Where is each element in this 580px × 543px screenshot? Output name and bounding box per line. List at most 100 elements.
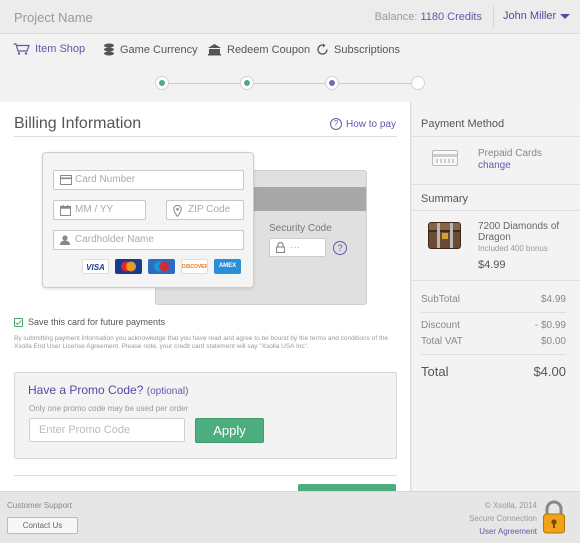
billing-panel: Billing Information ? How to pay Securit… <box>0 102 411 491</box>
item-name: 7200 Diamonds of Dragon <box>478 221 560 243</box>
top-header: Project Name Balance: 1180 Credits John … <box>0 0 580 34</box>
step-dot-core <box>244 80 250 86</box>
promo-code-input[interactable]: Enter Promo Code <box>29 418 185 442</box>
visa-logo: VISA <box>82 259 109 274</box>
subtotal-label: SubTotal <box>421 294 460 305</box>
nav-item-label: Subscriptions <box>334 43 401 56</box>
divider <box>14 475 397 476</box>
step-3 <box>325 76 339 90</box>
maestro-logo <box>148 259 175 274</box>
nav-item-game-currency[interactable]: Game Currency <box>103 43 198 56</box>
prepaid-card-icon <box>432 150 458 166</box>
save-card-checkbox[interactable]: Save this card for future payments <box>14 317 165 327</box>
promo-optional-label: (optional) <box>146 386 189 397</box>
divider <box>412 210 580 211</box>
user-name: John Miller <box>503 10 557 22</box>
payment-method-title: Payment Method <box>421 118 505 130</box>
location-pin-icon <box>173 205 182 217</box>
checkbox-checked-icon <box>14 317 23 327</box>
main-nav: Item Shop Game Currency Redeem Coupon Su… <box>0 34 580 66</box>
subtotal-row: SubTotal $4.99 <box>421 294 566 305</box>
item-price: $4.99 <box>478 259 506 271</box>
nav-item-label: Redeem Coupon <box>227 43 311 56</box>
nav-item-shop[interactable]: Item Shop <box>13 43 85 55</box>
nav-item-subscriptions[interactable]: Subscriptions <box>316 43 400 56</box>
page-title: Billing Information <box>14 115 142 132</box>
header-divider <box>493 6 494 28</box>
card-strip <box>433 154 457 157</box>
discover-logo: DISCOVER <box>181 259 208 274</box>
nav-item-redeem-coupon[interactable]: Redeem Coupon <box>207 43 310 56</box>
maestro-circles <box>154 261 169 272</box>
total-value: $4.00 <box>533 364 566 379</box>
pay-button[interactable] <box>298 484 396 491</box>
progress-stepper <box>0 66 580 102</box>
vat-row: Total VAT $0.00 <box>421 336 566 347</box>
cardholder-name-placeholder: Cardholder Name <box>75 234 154 245</box>
amex-logo: AMEX <box>214 259 241 274</box>
coins-icon <box>104 43 114 56</box>
order-sidebar: Payment Method Prepaid Cards change Summ… <box>412 102 580 491</box>
contact-us-button[interactable]: Contact Us <box>7 517 78 534</box>
copyright: © Xsolla, 2014 <box>484 501 537 510</box>
legal-notice: By submitting payment information you ac… <box>14 335 388 350</box>
lock-icon <box>276 242 285 253</box>
discount-value: - $0.99 <box>534 320 566 331</box>
divider <box>412 136 580 137</box>
card-logos: VISA DISCOVER AMEX <box>82 259 241 274</box>
change-payment-link[interactable]: change <box>478 160 511 171</box>
vat-label: Total VAT <box>421 336 463 347</box>
secure-connection: Secure Connection <box>468 514 537 523</box>
save-card-label: Save this card for future payments <box>28 317 166 327</box>
divider <box>14 136 397 137</box>
step-4 <box>411 76 425 90</box>
how-to-pay-label: How to pay <box>345 118 396 130</box>
balance-label: Balance: <box>374 11 418 23</box>
security-code-placeholder: ··· <box>290 242 300 253</box>
step-dot-core <box>159 80 165 86</box>
total-label: Total <box>421 364 449 379</box>
how-to-pay-link[interactable]: ? How to pay <box>329 118 396 130</box>
security-code-input[interactable]: ··· <box>269 238 326 257</box>
mastercard-circles <box>121 261 136 272</box>
user-agreement-link[interactable]: User Agreement <box>479 527 537 536</box>
balance-value: 1180 Credits <box>420 11 482 23</box>
chest-band <box>437 223 440 248</box>
payment-method-name: Prepaid Cards <box>478 148 542 159</box>
stepper-line <box>168 83 418 84</box>
total-row: Total $4.00 <box>421 364 566 379</box>
refresh-icon <box>317 43 328 55</box>
cardholder-name-field[interactable]: Cardholder Name <box>53 230 244 250</box>
cart-icon <box>13 43 30 55</box>
step-1 <box>155 76 169 90</box>
security-code-label: Security Code <box>269 223 332 234</box>
discount-row: Discount - $0.99 <box>421 320 566 331</box>
zip-code-field[interactable]: ZIP Code <box>166 200 244 220</box>
zip-code-placeholder: ZIP Code <box>188 204 231 215</box>
chevron-down-icon <box>560 13 571 19</box>
step-dot-core <box>329 80 335 86</box>
expiry-field[interactable]: MM / YY <box>53 200 146 220</box>
apply-button[interactable]: Apply <box>195 418 264 443</box>
mastercard-logo <box>115 259 142 274</box>
card-front: Card Number MM / YY ZIP Code Cardholder … <box>42 152 254 288</box>
treasure-chest-icon <box>428 222 461 249</box>
chest-lid <box>429 223 460 232</box>
help-icon: ? <box>329 118 342 130</box>
user-menu[interactable]: John Miller <box>503 10 571 22</box>
card-lines <box>436 159 454 163</box>
card-number-placeholder: Card Number <box>75 174 136 185</box>
subtotal-value: $4.99 <box>540 294 566 305</box>
help-icon[interactable]: ? <box>333 241 347 255</box>
nav-item-label: Game Currency <box>120 43 198 56</box>
chest-band <box>450 223 453 248</box>
card-number-field[interactable]: Card Number <box>53 170 244 190</box>
divider <box>412 184 580 185</box>
chest-clasp <box>442 233 448 239</box>
footer: Customer Support Contact Us © Xsolla, 20… <box>0 491 580 543</box>
customer-support-label: Customer Support <box>7 501 72 510</box>
calendar-icon <box>60 205 71 216</box>
padlock-icon <box>543 500 565 534</box>
divider <box>421 312 566 313</box>
credit-card-icon <box>60 175 72 185</box>
